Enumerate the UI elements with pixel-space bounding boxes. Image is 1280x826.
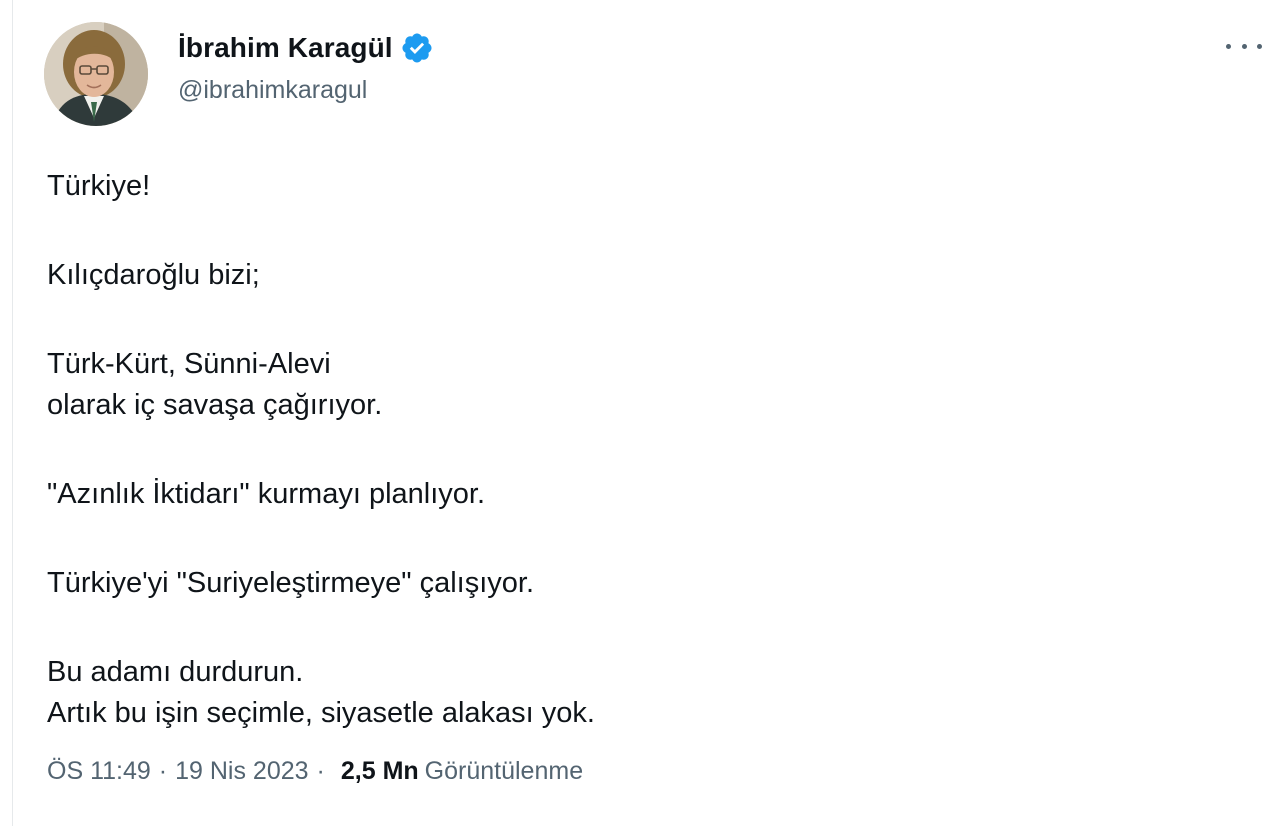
tweet-line: Bu adamı durdurun. [47,656,304,688]
author-display-name[interactable]: İbrahim Karagül [178,32,393,64]
more-dot [1226,43,1231,49]
avatar[interactable] [44,22,148,126]
tweet-line: Türkiye! [47,170,151,202]
avatar-image [44,22,148,126]
views-count[interactable]: 2,5 Mn [341,757,419,786]
card-left-border [12,0,13,826]
more-horizontal-icon[interactable] [1226,36,1262,56]
tweet-line: Artık bu işin seçimle, siyasetle alakası… [47,697,595,729]
tweet-line: Kılıçdaroğlu bizi; [47,259,260,291]
author-name-row: İbrahim Karagül [178,30,434,66]
tweet-line: Türk-Kürt, Sünni-Alevi [47,348,331,380]
more-dot [1241,43,1247,49]
tweet-meta: ÖS 11:49 · 19 Nis 2023 · 2,5 Mn Görüntül… [47,757,583,786]
meta-separator: · [316,757,325,785]
tweet-line: Türkiye'yi "Suriyeleştirmeye" çalışıyor. [47,567,535,599]
views-label[interactable]: Görüntülenme [425,757,583,786]
author-handle[interactable]: @ibrahimkaragul [178,76,367,105]
tweet-date[interactable]: 19 Nis 2023 [175,757,308,786]
tweet-line: "Azınlık İktidarı" kurmayı planlıyor. [47,478,486,510]
more-dot [1257,43,1262,49]
tweet-time[interactable]: ÖS 11:49 [47,757,151,786]
verified-badge-icon[interactable] [400,31,434,65]
meta-separator: · [158,757,168,785]
tweet-text: Türkiye! Kılıçdaroğlu bizi; Türk-Kürt, S… [47,166,1227,734]
tweet-line: olarak iç savaşa çağırıyor. [47,389,383,421]
